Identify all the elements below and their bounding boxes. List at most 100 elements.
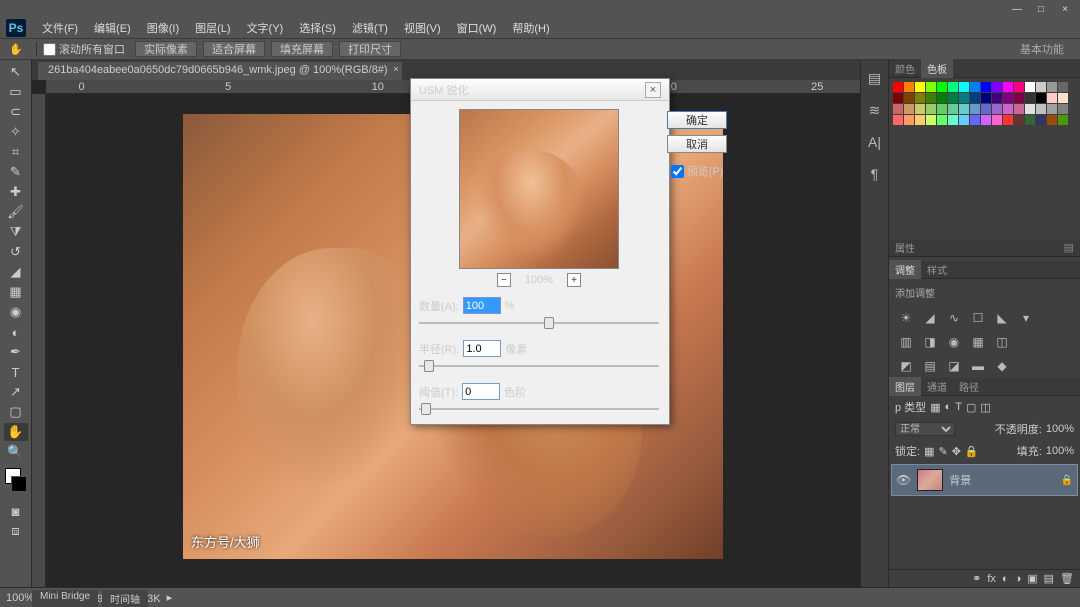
swatch[interactable]: [970, 82, 980, 92]
swatch[interactable]: [904, 115, 914, 125]
swatch[interactable]: [981, 104, 991, 114]
swatch[interactable]: [937, 115, 947, 125]
curves-icon[interactable]: ∿: [945, 310, 963, 326]
threshold-icon[interactable]: ◪: [945, 358, 963, 374]
swatch[interactable]: [1014, 93, 1024, 103]
swatches-tab[interactable]: 色板: [921, 59, 953, 78]
visibility-icon[interactable]: 👁: [896, 473, 911, 487]
swatch[interactable]: [1003, 82, 1013, 92]
vibrance-icon[interactable]: ◣: [993, 310, 1011, 326]
layer-thumbnail[interactable]: [917, 469, 943, 491]
swatch[interactable]: [959, 104, 969, 114]
swatch[interactable]: [981, 115, 991, 125]
swatch[interactable]: [1047, 115, 1057, 125]
type-tool[interactable]: T: [4, 363, 28, 381]
dialog-close-button[interactable]: ×: [645, 82, 661, 98]
zoom-tool[interactable]: 🔍: [4, 443, 28, 461]
menu-window[interactable]: 窗口(W): [449, 18, 505, 38]
paragraph-panel-icon[interactable]: ¶: [865, 164, 885, 184]
lookup-icon[interactable]: ◫: [993, 334, 1011, 350]
swatch[interactable]: [1047, 93, 1057, 103]
swatch[interactable]: [1014, 104, 1024, 114]
stamp-tool[interactable]: ⧩: [4, 223, 28, 241]
menu-image[interactable]: 图像(I): [139, 18, 187, 38]
swatch[interactable]: [970, 115, 980, 125]
swatch[interactable]: [1003, 104, 1013, 114]
hue-icon[interactable]: ▥: [897, 334, 915, 350]
healing-tool[interactable]: ✚: [4, 183, 28, 201]
swatch[interactable]: [1036, 115, 1046, 125]
marquee-tool[interactable]: ▭: [4, 83, 28, 101]
swatch[interactable]: [948, 93, 958, 103]
blur-tool[interactable]: ◉: [4, 303, 28, 321]
swatch[interactable]: [1025, 115, 1035, 125]
swatch[interactable]: [1036, 82, 1046, 92]
opacity-value[interactable]: 100%: [1046, 423, 1074, 435]
gradient-tool[interactable]: ▦: [4, 283, 28, 301]
swatch[interactable]: [959, 82, 969, 92]
swatch[interactable]: [1014, 82, 1024, 92]
swatch[interactable]: [937, 104, 947, 114]
swatch[interactable]: [926, 104, 936, 114]
swatch[interactable]: [992, 93, 1002, 103]
minimize-button[interactable]: —: [1006, 2, 1028, 16]
swatch[interactable]: [959, 115, 969, 125]
zoom-out-button[interactable]: −: [497, 273, 511, 287]
workspace-switcher[interactable]: 基本功能: [1010, 39, 1074, 59]
swatch[interactable]: [1036, 93, 1046, 103]
posterize-icon[interactable]: ▤: [921, 358, 939, 374]
swatch[interactable]: [915, 104, 925, 114]
swatch[interactable]: [1058, 115, 1068, 125]
dodge-tool[interactable]: ◐: [4, 323, 28, 341]
swatch[interactable]: [948, 104, 958, 114]
hand-tool[interactable]: ✋: [4, 423, 28, 441]
properties-tab[interactable]: 属性: [889, 238, 921, 257]
swatch[interactable]: [893, 104, 903, 114]
swatch[interactable]: [915, 93, 925, 103]
swatch[interactable]: [1003, 93, 1013, 103]
menu-select[interactable]: 选择(S): [291, 18, 344, 38]
new-group-icon[interactable]: ▣: [1027, 572, 1037, 585]
menu-type[interactable]: 文字(Y): [239, 18, 292, 38]
styles-tab[interactable]: 样式: [921, 260, 953, 279]
photo-filter-icon[interactable]: ◉: [945, 334, 963, 350]
mini-bridge-tab[interactable]: Mini Bridge: [32, 590, 98, 607]
dialog-titlebar[interactable]: USM 锐化 ×: [411, 79, 669, 101]
swatch[interactable]: [970, 104, 980, 114]
swatch[interactable]: [1058, 104, 1068, 114]
fit-screen-button[interactable]: 适合屏幕: [203, 41, 265, 57]
crop-tool[interactable]: ⌗: [4, 143, 28, 161]
lock-paint-icon[interactable]: ✎: [938, 445, 947, 458]
filter-shape-icon[interactable]: ▢: [966, 401, 976, 414]
menu-file[interactable]: 文件(F): [34, 18, 86, 38]
menu-edit[interactable]: 编辑(E): [86, 18, 139, 38]
amount-slider[interactable]: [419, 316, 659, 330]
radius-input[interactable]: [463, 340, 501, 357]
history-brush-tool[interactable]: ↺: [4, 243, 28, 261]
preview-image[interactable]: [459, 109, 619, 269]
path-tool[interactable]: ↗: [4, 383, 28, 401]
actions-panel-icon[interactable]: ≋: [865, 100, 885, 120]
lock-pos-icon[interactable]: ✥: [952, 445, 961, 458]
delete-layer-icon[interactable]: 🗑: [1060, 572, 1074, 585]
maximize-button[interactable]: □: [1030, 2, 1052, 16]
filter-pixel-icon[interactable]: ▦: [930, 401, 940, 414]
swatch[interactable]: [893, 115, 903, 125]
mixer-icon[interactable]: ▦: [969, 334, 987, 350]
hand-tool-icon[interactable]: ✋: [6, 40, 26, 58]
layer-name[interactable]: 背景: [949, 472, 971, 488]
swatch[interactable]: [970, 93, 980, 103]
new-fill-icon[interactable]: ◑: [1015, 573, 1022, 585]
swatch[interactable]: [904, 82, 914, 92]
swatch[interactable]: [937, 93, 947, 103]
brightness-icon[interactable]: ☀: [897, 310, 915, 326]
color-tab[interactable]: 颜色: [889, 59, 921, 78]
close-tab-icon[interactable]: ×: [393, 64, 398, 74]
swatch[interactable]: [1047, 104, 1057, 114]
adjustments-tab[interactable]: 调整: [889, 260, 921, 279]
eraser-tool[interactable]: ◢: [4, 263, 28, 281]
swatch[interactable]: [904, 104, 914, 114]
swatch[interactable]: [1014, 115, 1024, 125]
layer-mask-icon[interactable]: ◐: [1002, 573, 1009, 585]
swatch[interactable]: [992, 104, 1002, 114]
